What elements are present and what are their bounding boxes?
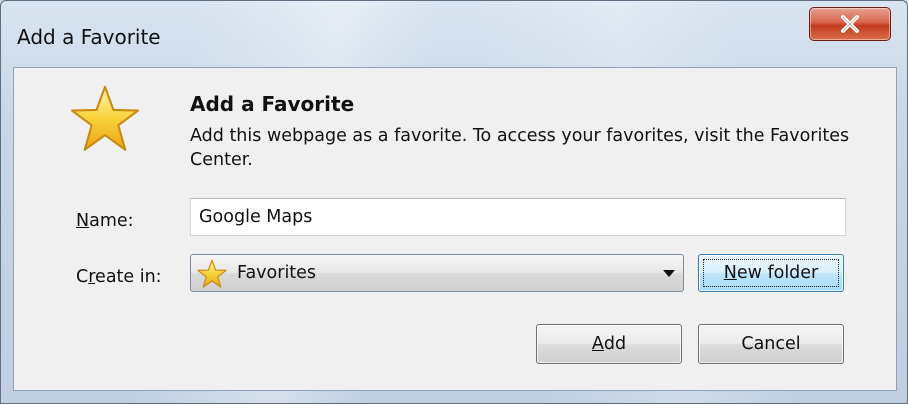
create-in-label: Create in: <box>76 267 162 287</box>
add-button[interactable]: Add <box>536 324 682 364</box>
favorite-star-icon <box>71 85 139 151</box>
dropdown-arrow-icon[interactable] <box>663 270 675 277</box>
name-label: Name: <box>76 211 134 231</box>
focus-rectangle <box>703 259 839 287</box>
cancel-label: Cancel <box>741 334 801 354</box>
dialog-content: Add a Favorite Add this webpage as a fav… <box>13 67 897 391</box>
title-bar[interactable]: Add a Favorite <box>1 1 907 67</box>
new-folder-button[interactable]: New folder <box>698 254 844 292</box>
create-in-label-text: eate in: <box>95 267 162 287</box>
window-bottom-border <box>1 391 907 403</box>
add-accesskey: A <box>591 334 604 354</box>
cancel-button[interactable]: Cancel <box>698 324 844 364</box>
header-title: Add a Favorite <box>190 92 355 116</box>
name-label-accesskey: N <box>76 211 90 231</box>
close-button[interactable] <box>809 7 891 41</box>
name-input[interactable] <box>190 198 846 236</box>
add-label: dd <box>603 334 627 354</box>
favorites-folder-star-icon <box>197 259 227 288</box>
create-in-label-start: C <box>76 267 89 287</box>
create-in-selected-value: Favorites <box>237 263 317 283</box>
window-title: Add a Favorite <box>17 25 161 49</box>
add-favorite-dialog: Add a Favorite Add a Favorite Add this w… <box>0 0 908 404</box>
close-x-icon <box>841 15 859 33</box>
create-in-dropdown[interactable]: Favorites <box>190 254 684 292</box>
name-label-text: ame: <box>89 211 134 231</box>
header-description: Add this webpage as a favorite. To acces… <box>190 126 850 170</box>
